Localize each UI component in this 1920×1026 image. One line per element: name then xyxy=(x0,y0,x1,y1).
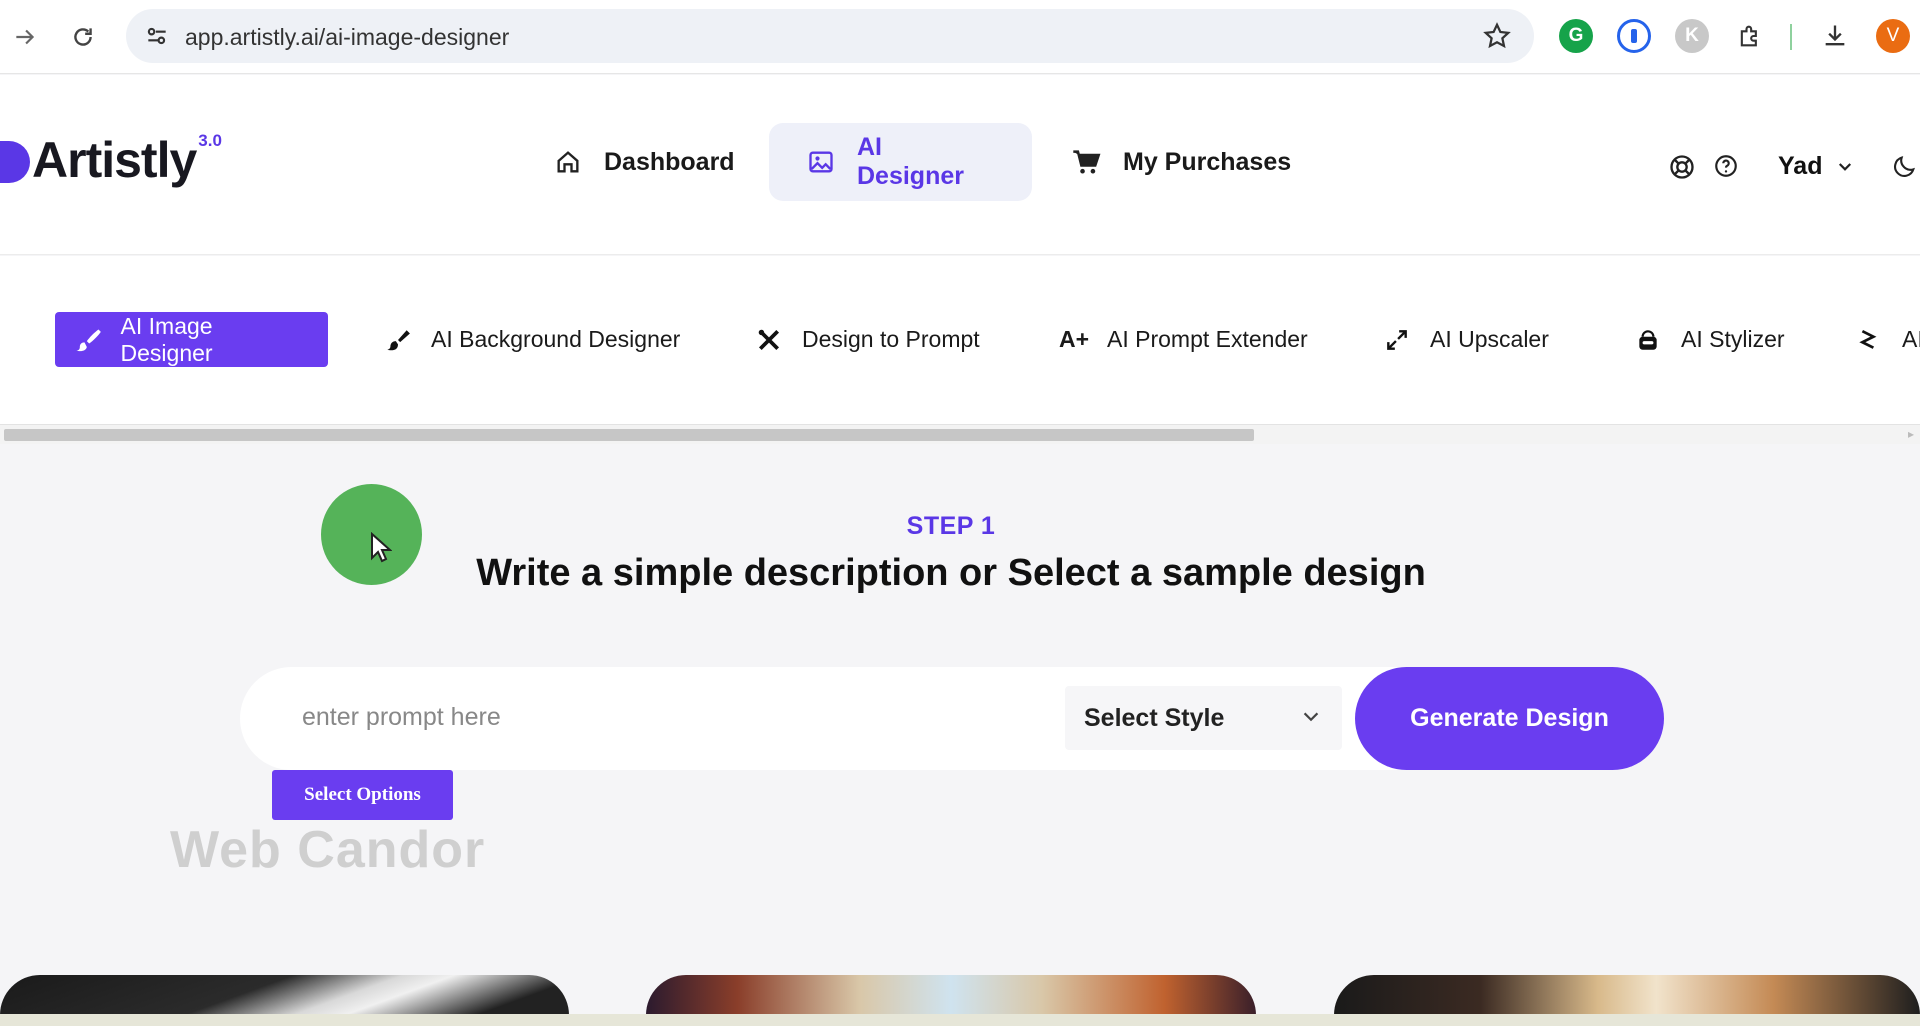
cart-icon xyxy=(1071,148,1101,176)
watermark: Web Candor xyxy=(170,821,486,879)
password-manager-extension-icon[interactable] xyxy=(1617,19,1651,53)
help-icon[interactable] xyxy=(1713,153,1739,179)
dark-mode-toggle[interactable] xyxy=(1890,153,1918,181)
tool-ai-prompt-extender[interactable]: A+ AI Prompt Extender xyxy=(1041,312,1328,367)
tool-label: AI Background Designer xyxy=(431,326,681,352)
user-name: Yad xyxy=(1778,152,1823,180)
nav-dashboard[interactable]: Dashboard xyxy=(516,123,773,201)
toolbar-divider xyxy=(1790,24,1792,50)
extensions-puzzle-icon[interactable] xyxy=(1733,19,1767,53)
tool-label: AI Upscaler xyxy=(1430,326,1549,352)
chevron-down-icon xyxy=(1303,712,1319,722)
support-icon[interactable] xyxy=(1668,153,1696,181)
reload-button[interactable] xyxy=(66,20,100,54)
expand-icon xyxy=(1382,325,1412,355)
app-header: Artistly 3.0 Dashboard AI Designer My Pu… xyxy=(0,75,1920,255)
logo-mascot-icon xyxy=(0,141,30,183)
home-icon xyxy=(554,148,582,176)
stylizer-icon xyxy=(1633,325,1663,355)
grammarly-extension-icon[interactable]: G xyxy=(1559,19,1593,53)
tool-ai-image-designer[interactable]: AI Image Designer xyxy=(55,312,328,367)
reload-icon xyxy=(74,28,92,46)
nav-dashboard-label: Dashboard xyxy=(604,147,735,176)
tool-ai-more[interactable]: AI xyxy=(1836,312,1920,367)
zigzag-icon xyxy=(1854,325,1884,355)
prompt-input[interactable] xyxy=(302,695,1002,739)
tool-ai-upscaler[interactable]: AI Upscaler xyxy=(1364,312,1569,367)
tool-label: AI Prompt Extender xyxy=(1107,326,1308,352)
logo-text: Artistly xyxy=(32,132,197,188)
k-extension-icon[interactable]: K xyxy=(1675,19,1709,53)
paint-brush-icon xyxy=(383,325,413,355)
tool-label: Design to Prompt xyxy=(802,326,980,352)
nav-ai-designer[interactable]: AI Designer xyxy=(769,123,1032,201)
tools-icon xyxy=(754,325,784,355)
tool-ai-stylizer[interactable]: AI Stylizer xyxy=(1615,312,1805,367)
tabs-horizontal-scrollbar[interactable]: ▸ xyxy=(0,424,1920,444)
tool-design-to-prompt[interactable]: Design to Prompt xyxy=(736,312,1000,367)
site-settings-icon[interactable] xyxy=(144,23,170,49)
nav-ai-designer-label: AI Designer xyxy=(857,133,964,190)
arrow-right-icon xyxy=(16,29,35,45)
moon-icon xyxy=(1894,156,1915,177)
bookmark-star-icon[interactable] xyxy=(1482,21,1512,51)
tool-tabs: AI Image Designer AI Background Designer… xyxy=(0,256,1920,426)
forward-button[interactable] xyxy=(8,20,42,54)
step-label: STEP 1 xyxy=(906,512,996,540)
downloads-icon[interactable] xyxy=(1818,19,1852,53)
brush-icon xyxy=(73,325,103,355)
select-options-button[interactable]: Select Options xyxy=(272,770,453,820)
nav-my-purchases-label: My Purchases xyxy=(1123,147,1292,176)
browser-toolbar: app.artistly.ai/ai-image-designer G K V xyxy=(0,0,1920,74)
scroll-right-arrow-icon[interactable]: ▸ xyxy=(1908,427,1914,441)
nav-my-purchases[interactable]: My Purchases xyxy=(1033,123,1329,201)
chevron-down-icon xyxy=(1839,162,1852,171)
bottom-strip xyxy=(0,1014,1920,1026)
generate-design-button[interactable]: Generate Design xyxy=(1355,667,1664,770)
a-plus-icon: A+ xyxy=(1058,326,1090,352)
tool-label: AI Image Designer xyxy=(120,312,213,366)
artistly-logo[interactable]: Artistly 3.0 xyxy=(0,131,222,191)
prompt-bar: Select Style Generate Design xyxy=(240,667,1664,770)
step-title: Write a simple description or Select a s… xyxy=(476,552,1426,594)
url-text[interactable]: app.artistly.ai/ai-image-designer xyxy=(185,24,509,51)
address-bar[interactable]: app.artistly.ai/ai-image-designer xyxy=(126,9,1534,63)
user-menu[interactable]: Yad xyxy=(1778,152,1854,181)
profile-avatar[interactable]: V xyxy=(1876,19,1910,53)
scrollbar-thumb[interactable] xyxy=(4,429,1254,441)
tool-label: AI xyxy=(1902,326,1920,352)
tool-ai-background-designer[interactable]: AI Background Designer xyxy=(365,312,700,367)
style-select[interactable]: Select Style xyxy=(1065,686,1342,750)
image-icon xyxy=(807,148,835,176)
tool-label: AI Stylizer xyxy=(1681,326,1785,352)
style-select-value: Select Style xyxy=(1084,703,1225,732)
logo-version: 3.0 xyxy=(198,131,222,150)
